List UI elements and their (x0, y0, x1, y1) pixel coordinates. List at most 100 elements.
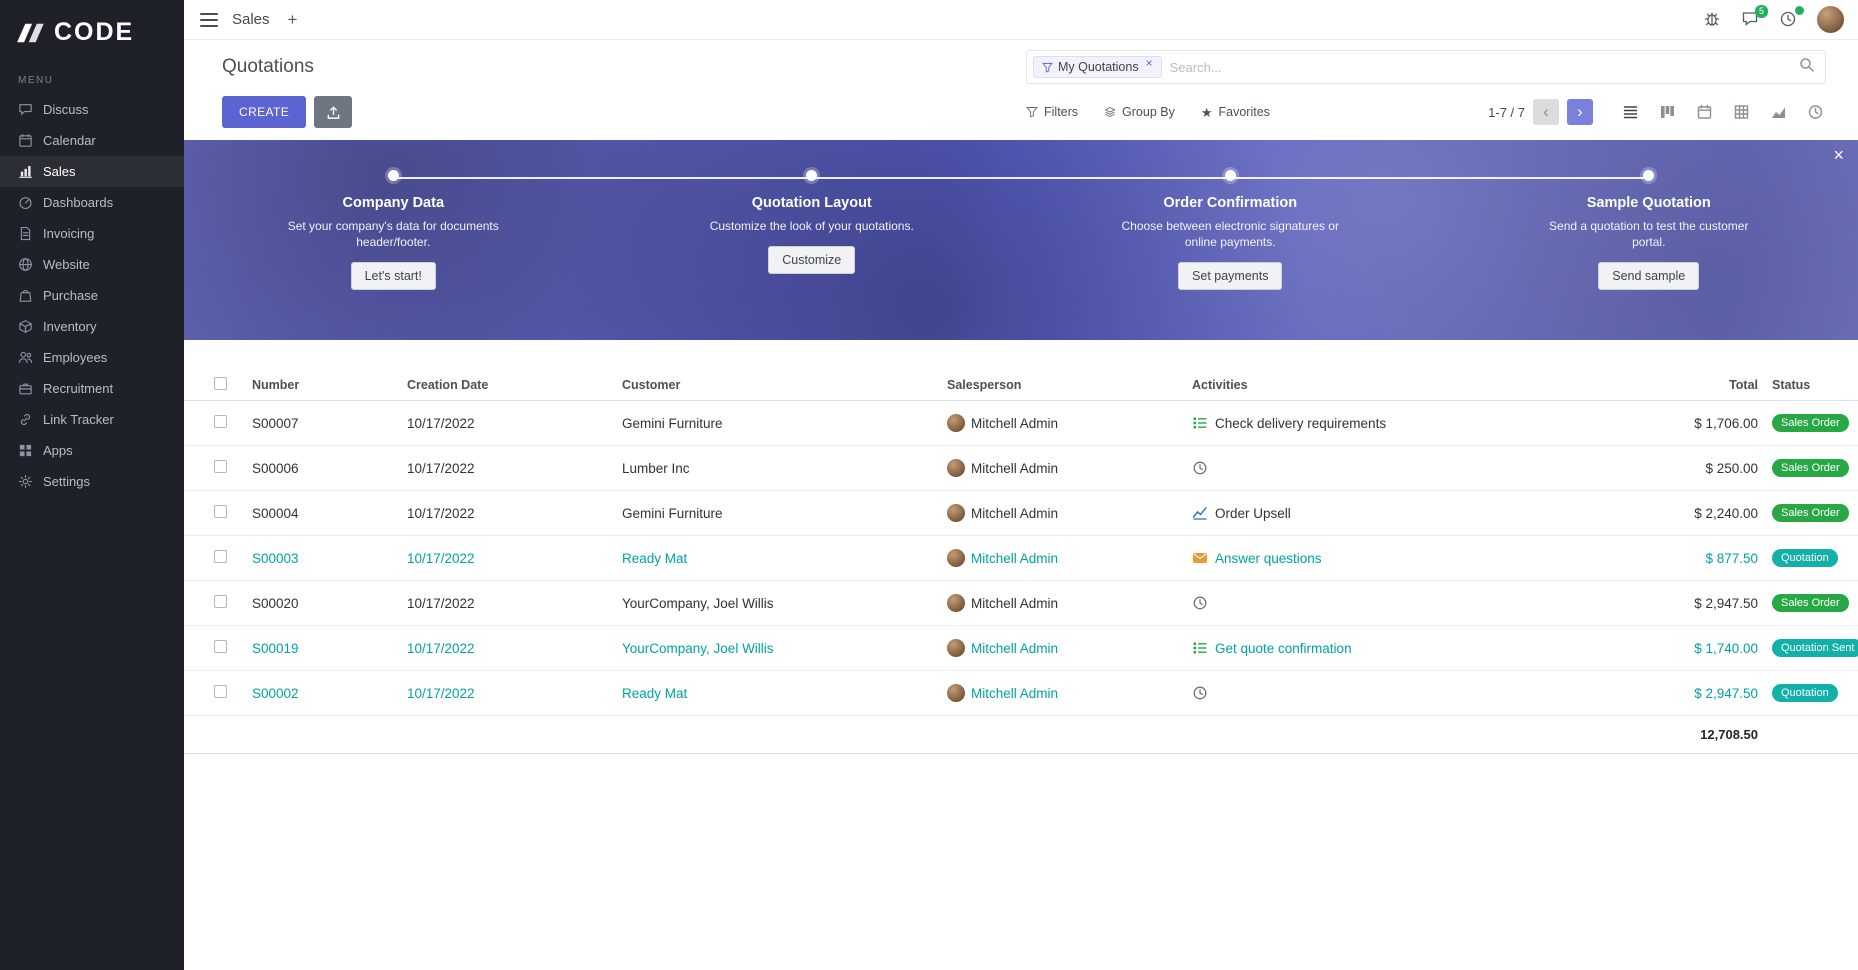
sidebar-item-settings[interactable]: Settings (0, 466, 184, 497)
upload-button[interactable] (314, 96, 352, 128)
schedule-clock-icon[interactable] (1192, 685, 1208, 701)
tasks-list-icon[interactable] (1192, 415, 1208, 431)
user-avatar[interactable] (1817, 6, 1844, 33)
table-row[interactable]: S00020 10/17/2022 YourCompany, Joel Will… (184, 581, 1858, 626)
cell-number: S00006 (248, 446, 403, 491)
step-dot (388, 170, 399, 181)
cell-customer: Ready Mat (618, 536, 943, 581)
step-title: Company Data (342, 195, 444, 211)
table-row[interactable]: S00004 10/17/2022 Gemini Furniture Mitch… (184, 491, 1858, 536)
messages-icon[interactable]: 5 (1741, 10, 1761, 30)
cell-customer: Ready Mat (618, 671, 943, 716)
column-header-activities[interactable]: Activities (1188, 370, 1613, 401)
remove-filter-icon[interactable]: × (1146, 56, 1153, 70)
list-view-button[interactable] (1619, 102, 1641, 122)
sidebar-item-dashboards[interactable]: Dashboards (0, 187, 184, 218)
sidebar-item-invoicing[interactable]: Invoicing (0, 218, 184, 249)
sidebar-item-label: Sales (43, 164, 76, 179)
row-checkbox[interactable] (214, 550, 227, 563)
column-header-customer[interactable]: Customer (618, 370, 943, 401)
pager-previous-button[interactable]: ‹ (1533, 99, 1559, 125)
graph-view-button[interactable] (1767, 102, 1789, 122)
group-by-button[interactable]: Group By (1104, 105, 1175, 119)
brand-name: CODE (54, 18, 134, 47)
sidebar-item-website[interactable]: Website (0, 249, 184, 280)
pager-next-button[interactable]: › (1567, 99, 1593, 125)
row-checkbox[interactable] (214, 640, 227, 653)
pivot-view-button[interactable] (1730, 102, 1752, 122)
schedule-clock-icon[interactable] (1192, 460, 1208, 476)
set-payments-button[interactable]: Set payments (1178, 262, 1282, 290)
row-checkbox[interactable] (214, 415, 227, 428)
email-icon[interactable] (1192, 550, 1208, 566)
sidebar-item-purchase[interactable]: Purchase (0, 280, 184, 311)
create-button[interactable]: CREATE (222, 96, 306, 128)
search-bar[interactable]: My Quotations × (1026, 50, 1826, 84)
sidebar-item-calendar[interactable]: Calendar (0, 125, 184, 156)
table-row[interactable]: S00003 10/17/2022 Ready Mat Mitchell Adm… (184, 536, 1858, 581)
cell-salesperson: Mitchell Admin (971, 416, 1058, 431)
row-checkbox[interactable] (214, 595, 227, 608)
schedule-clock-icon[interactable] (1192, 595, 1208, 611)
sidebar-item-employees[interactable]: Employees (0, 342, 184, 373)
invoicing-icon (18, 226, 33, 241)
lets-start-button[interactable]: Let's start! (351, 262, 436, 290)
step-dot (1225, 170, 1236, 181)
select-all-checkbox[interactable] (214, 377, 227, 390)
onboarding-step-sample-quotation: Sample Quotation Send a quotation to tes… (1440, 170, 1858, 340)
column-header-number[interactable]: Number (248, 370, 403, 401)
topbar-app-name[interactable]: Sales (232, 11, 270, 28)
send-sample-button[interactable]: Send sample (1598, 262, 1699, 290)
kanban-view-button[interactable] (1656, 102, 1678, 122)
hamburger-menu-icon[interactable] (200, 13, 218, 27)
tasks-list-icon[interactable] (1192, 640, 1208, 656)
sidebar-item-apps[interactable]: Apps (0, 435, 184, 466)
page-title: Quotations (222, 56, 314, 78)
sales-icon (18, 164, 33, 179)
sidebar-item-recruitment[interactable]: Recruitment (0, 373, 184, 404)
sidebar-item-label: Website (43, 257, 90, 272)
upload-icon (326, 105, 341, 120)
status-badge: Sales Order (1772, 504, 1849, 522)
status-badge: Quotation (1772, 684, 1838, 702)
row-checkbox[interactable] (214, 460, 227, 473)
debug-bug-icon[interactable] (1703, 10, 1723, 30)
activity-view-button[interactable] (1804, 102, 1826, 122)
column-header-status[interactable]: Status (1768, 370, 1858, 401)
brand-logo[interactable]: CODE (0, 0, 184, 61)
salesperson-avatar (947, 594, 965, 612)
customize-button[interactable]: Customize (768, 246, 855, 274)
table-header-row: Number Creation Date Customer Salesperso… (184, 370, 1858, 401)
table-row[interactable]: S00007 10/17/2022 Gemini Furniture Mitch… (184, 401, 1858, 446)
table-row[interactable]: S00019 10/17/2022 YourCompany, Joel Will… (184, 626, 1858, 671)
onboarding-step-quotation-layout: Quotation Layout Customize the look of y… (603, 170, 1022, 340)
add-tab-button[interactable]: + (284, 10, 302, 30)
sidebar-item-sales[interactable]: Sales (0, 156, 184, 187)
activities-clock-icon[interactable] (1779, 10, 1799, 30)
favorites-label: Favorites (1219, 105, 1270, 119)
filters-button[interactable]: Filters (1026, 105, 1078, 119)
favorites-button[interactable]: ★ Favorites (1201, 105, 1270, 119)
search-filter-chip[interactable]: My Quotations × (1033, 56, 1162, 78)
layers-icon (1104, 106, 1116, 118)
cell-total: $ 250.00 (1613, 446, 1768, 491)
table-row[interactable]: S00006 10/17/2022 Lumber Inc Mitchell Ad… (184, 446, 1858, 491)
search-icon[interactable] (1799, 57, 1815, 78)
row-checkbox[interactable] (214, 505, 227, 518)
table-row[interactable]: S00002 10/17/2022 Ready Mat Mitchell Adm… (184, 671, 1858, 716)
calendar-view-button[interactable] (1693, 102, 1715, 122)
column-header-salesperson[interactable]: Salesperson (943, 370, 1188, 401)
status-badge: Sales Order (1772, 594, 1849, 612)
step-description: Set your company's data for documents he… (278, 218, 508, 250)
sidebar-item-link-tracker[interactable]: Link Tracker (0, 404, 184, 435)
upsell-chart-icon[interactable] (1192, 505, 1208, 521)
column-header-total[interactable]: Total (1613, 370, 1768, 401)
cell-number: S00020 (248, 581, 403, 626)
sidebar-item-label: Employees (43, 350, 107, 365)
sidebar-item-discuss[interactable]: Discuss (0, 94, 184, 125)
sidebar-item-inventory[interactable]: Inventory (0, 311, 184, 342)
funnel-icon (1026, 106, 1038, 118)
row-checkbox[interactable] (214, 685, 227, 698)
search-input[interactable] (1170, 60, 1791, 75)
column-header-creation-date[interactable]: Creation Date (403, 370, 618, 401)
